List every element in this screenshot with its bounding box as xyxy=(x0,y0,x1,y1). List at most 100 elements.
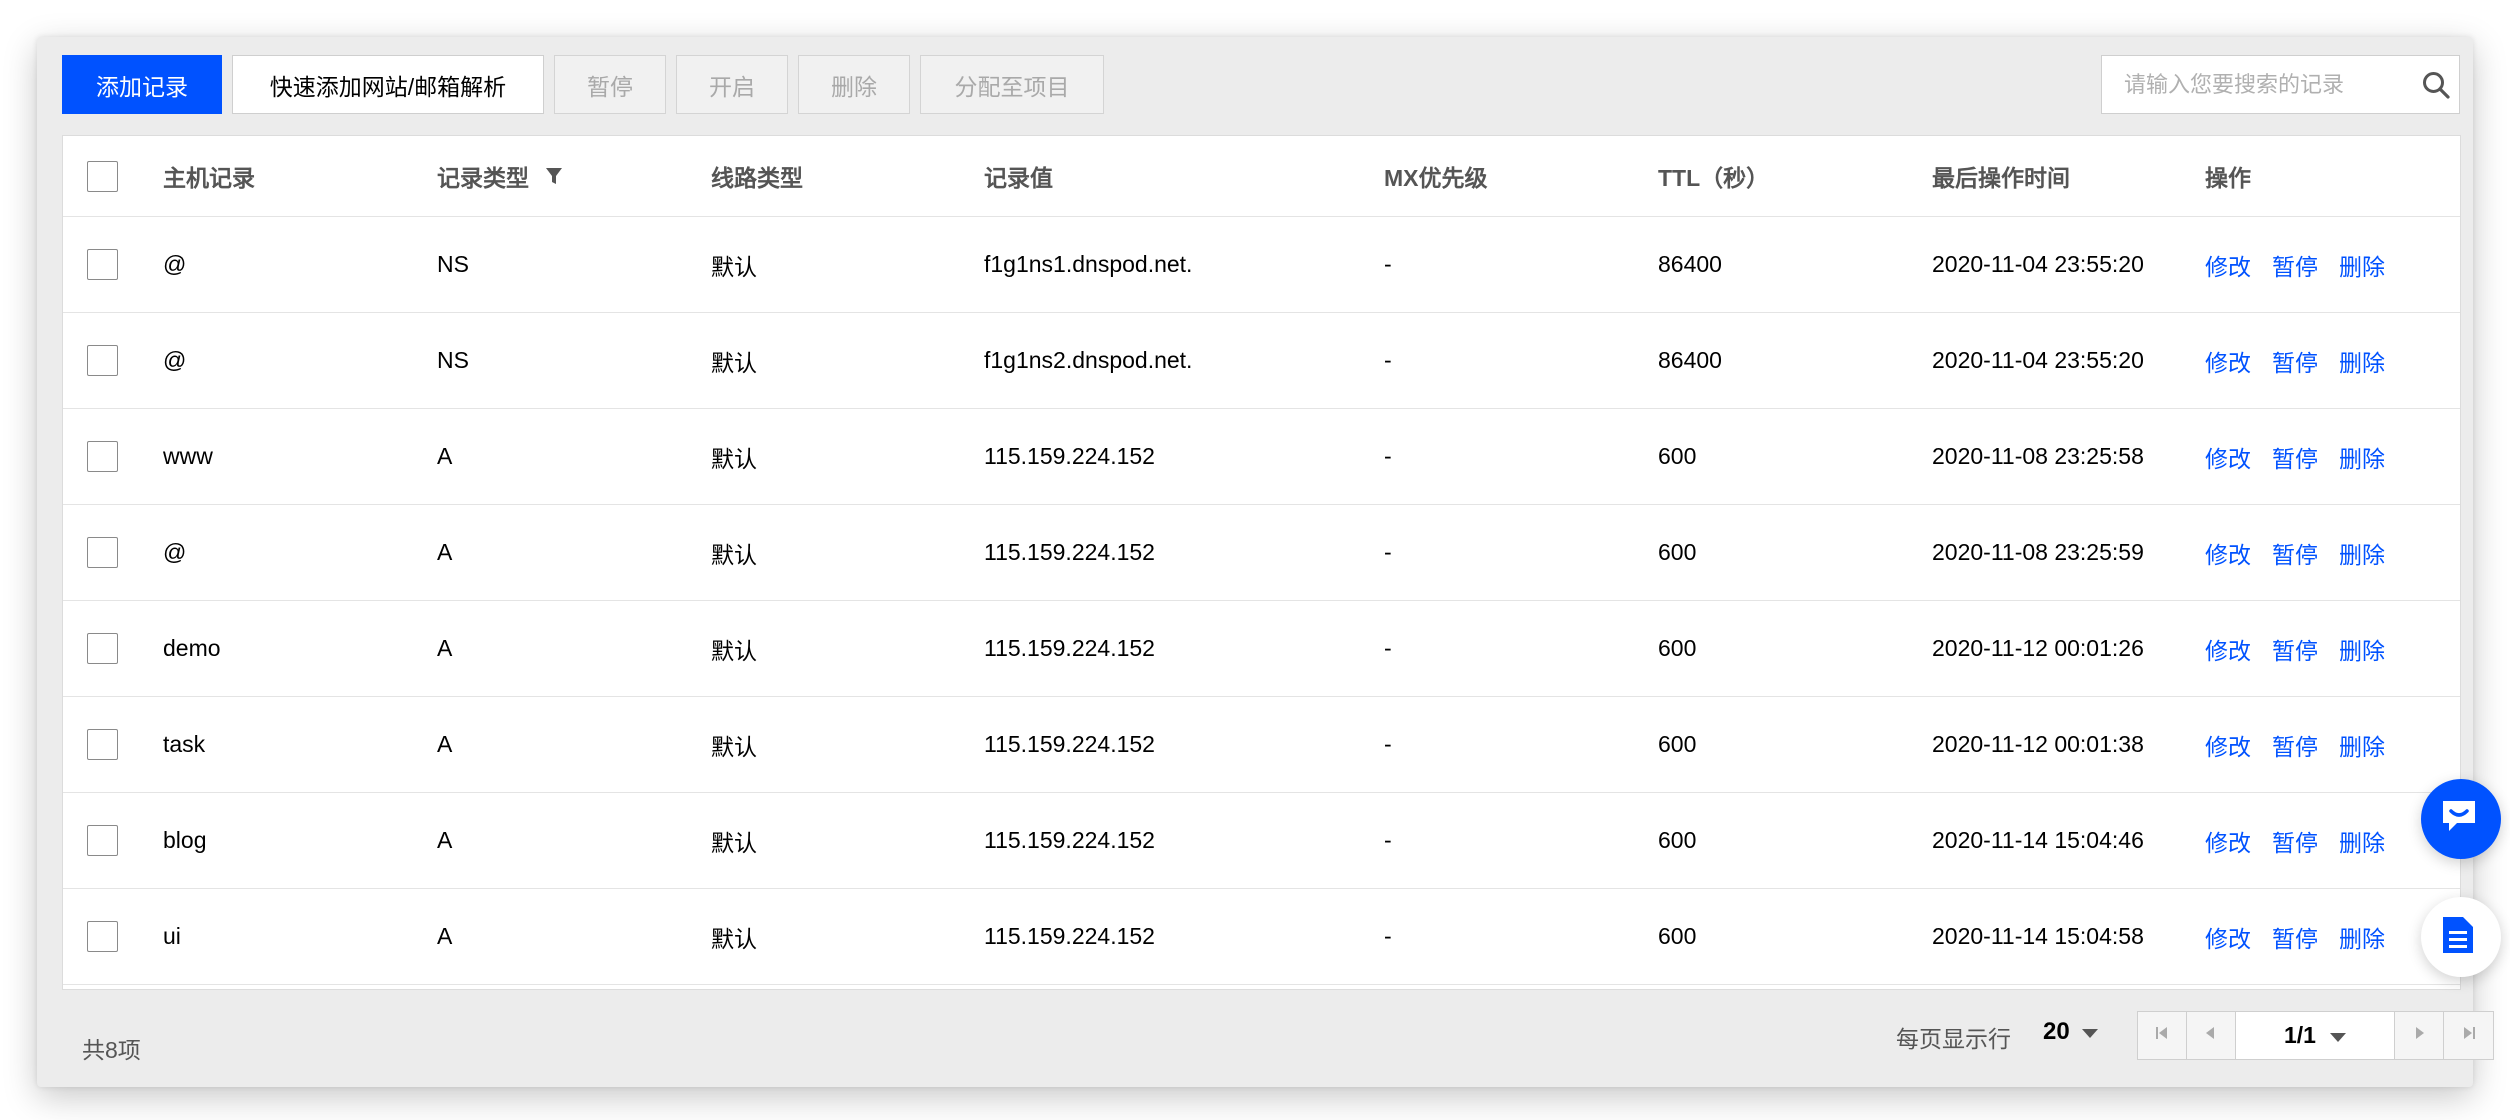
header-type-label: 记录类型 xyxy=(437,165,529,191)
assign-project-button[interactable]: 分配至项目 xyxy=(920,55,1104,114)
cell-time: 2020-11-04 23:55:20 xyxy=(1932,347,2144,373)
header-type: 记录类型 xyxy=(437,136,563,216)
document-icon xyxy=(2441,915,2475,960)
header-ttl: TTL（秒） xyxy=(1658,165,1770,191)
next-page-icon xyxy=(2411,1025,2427,1046)
cell-type: A xyxy=(437,635,453,661)
cell-time: 2020-11-04 23:55:20 xyxy=(1932,251,2144,277)
cell-time: 2020-11-08 23:25:58 xyxy=(1932,443,2144,469)
first-page-icon xyxy=(2154,1025,2170,1046)
edit-link[interactable]: 修改 xyxy=(2205,824,2251,858)
delete-link[interactable]: 删除 xyxy=(2339,536,2385,570)
records-table: 主机记录 记录类型 线路类型 记录值 MX优先级 TTL（秒） 最后操作时间 操… xyxy=(62,135,2461,990)
select-all-checkbox[interactable] xyxy=(87,160,118,192)
cell-time: 2020-11-12 00:01:26 xyxy=(1932,635,2144,661)
row-checkbox[interactable] xyxy=(87,825,118,856)
pause-link[interactable]: 暂停 xyxy=(2272,536,2318,570)
filter-icon[interactable] xyxy=(545,166,563,186)
caret-down-icon xyxy=(2081,1018,2098,1046)
select-all-checkbox-cell xyxy=(87,136,118,216)
search-icon[interactable] xyxy=(2412,56,2459,113)
enable-button[interactable]: 开启 xyxy=(676,55,788,114)
cell-mx: - xyxy=(1384,635,1392,661)
cell-mx: - xyxy=(1384,539,1392,565)
edit-link[interactable]: 修改 xyxy=(2205,248,2251,282)
cell-host: www xyxy=(163,443,213,469)
edit-link[interactable]: 修改 xyxy=(2205,536,2251,570)
page-select[interactable]: 1/1 xyxy=(2236,1012,2395,1059)
next-page-button[interactable] xyxy=(2395,1012,2444,1059)
cell-mx: - xyxy=(1384,827,1392,853)
row-checkbox[interactable] xyxy=(87,633,118,664)
row-checkbox[interactable] xyxy=(87,441,118,472)
row-checkbox-cell xyxy=(87,889,118,984)
row-checkbox[interactable] xyxy=(87,249,118,280)
row-checkbox[interactable] xyxy=(87,345,118,376)
cell-value: 115.159.224.152 xyxy=(984,923,1155,949)
edit-link[interactable]: 修改 xyxy=(2205,632,2251,666)
header-value: 记录值 xyxy=(984,165,1053,191)
pause-link[interactable]: 暂停 xyxy=(2272,728,2318,762)
row-checkbox[interactable] xyxy=(87,729,118,760)
cell-ops: 修改 暂停 删除 xyxy=(2205,313,2406,408)
delete-button[interactable]: 删除 xyxy=(798,55,910,114)
cell-time: 2020-11-14 15:04:58 xyxy=(1932,923,2144,949)
quick-add-button[interactable]: 快速添加网站/邮箱解析 xyxy=(232,55,544,114)
cell-value: 115.159.224.152 xyxy=(984,827,1155,853)
cell-mx: - xyxy=(1384,443,1392,469)
delete-link[interactable]: 删除 xyxy=(2339,440,2385,474)
row-checkbox-cell xyxy=(87,793,118,888)
page-indicator: 1/1 xyxy=(2284,1022,2316,1048)
pause-link[interactable]: 暂停 xyxy=(2272,440,2318,474)
pause-link[interactable]: 暂停 xyxy=(2272,824,2318,858)
cell-host: @ xyxy=(163,251,187,277)
cell-type: A xyxy=(437,923,453,949)
pause-button[interactable]: 暂停 xyxy=(554,55,666,114)
add-record-button[interactable]: 添加记录 xyxy=(62,55,222,114)
chat-button[interactable] xyxy=(2421,779,2501,859)
table-row: @ NS 默认 f1g1ns1.dnspod.net. - 86400 2020… xyxy=(63,217,2460,313)
cell-time: 2020-11-12 00:01:38 xyxy=(1932,731,2144,757)
prev-page-icon xyxy=(2203,1025,2219,1046)
cell-ops: 修改 暂停 删除 xyxy=(2205,889,2406,984)
first-page-button[interactable] xyxy=(2138,1012,2187,1059)
delete-link[interactable]: 删除 xyxy=(2339,920,2385,954)
edit-link[interactable]: 修改 xyxy=(2205,440,2251,474)
pause-link[interactable]: 暂停 xyxy=(2272,920,2318,954)
per-page-select[interactable]: 20 xyxy=(2043,1018,2098,1046)
cell-host: @ xyxy=(163,539,187,565)
delete-link[interactable]: 删除 xyxy=(2339,632,2385,666)
total-count: 共8项 xyxy=(82,1037,141,1063)
per-page-value: 20 xyxy=(2043,1018,2070,1045)
cell-line: 默认 xyxy=(711,445,757,472)
row-checkbox[interactable] xyxy=(87,537,118,568)
cell-type: A xyxy=(437,731,453,757)
edit-link[interactable]: 修改 xyxy=(2205,728,2251,762)
cell-ops: 修改 暂停 删除 xyxy=(2205,697,2406,792)
search-input[interactable] xyxy=(2102,56,2412,113)
last-page-button[interactable] xyxy=(2444,1012,2493,1059)
pause-link[interactable]: 暂停 xyxy=(2272,248,2318,282)
edit-link[interactable]: 修改 xyxy=(2205,344,2251,378)
pagination: 1/1 xyxy=(2137,1011,2494,1060)
pause-link[interactable]: 暂停 xyxy=(2272,344,2318,378)
table-row: blog A 默认 115.159.224.152 - 600 2020-11-… xyxy=(63,793,2460,889)
delete-link[interactable]: 删除 xyxy=(2339,248,2385,282)
cell-line: 默认 xyxy=(711,349,757,376)
delete-link[interactable]: 删除 xyxy=(2339,344,2385,378)
row-checkbox[interactable] xyxy=(87,921,118,952)
prev-page-button[interactable] xyxy=(2187,1012,2236,1059)
cell-host: @ xyxy=(163,347,187,373)
cell-time: 2020-11-08 23:25:59 xyxy=(1932,539,2144,565)
delete-link[interactable]: 删除 xyxy=(2339,824,2385,858)
cell-line: 默认 xyxy=(711,637,757,664)
cell-ops: 修改 暂停 删除 xyxy=(2205,601,2406,696)
document-button[interactable] xyxy=(2421,897,2501,977)
cell-ttl: 600 xyxy=(1658,731,1697,757)
delete-link[interactable]: 删除 xyxy=(2339,728,2385,762)
header-line: 线路类型 xyxy=(711,165,803,191)
pause-link[interactable]: 暂停 xyxy=(2272,632,2318,666)
edit-link[interactable]: 修改 xyxy=(2205,920,2251,954)
row-checkbox-cell xyxy=(87,217,118,312)
cell-ttl: 86400 xyxy=(1658,347,1722,373)
